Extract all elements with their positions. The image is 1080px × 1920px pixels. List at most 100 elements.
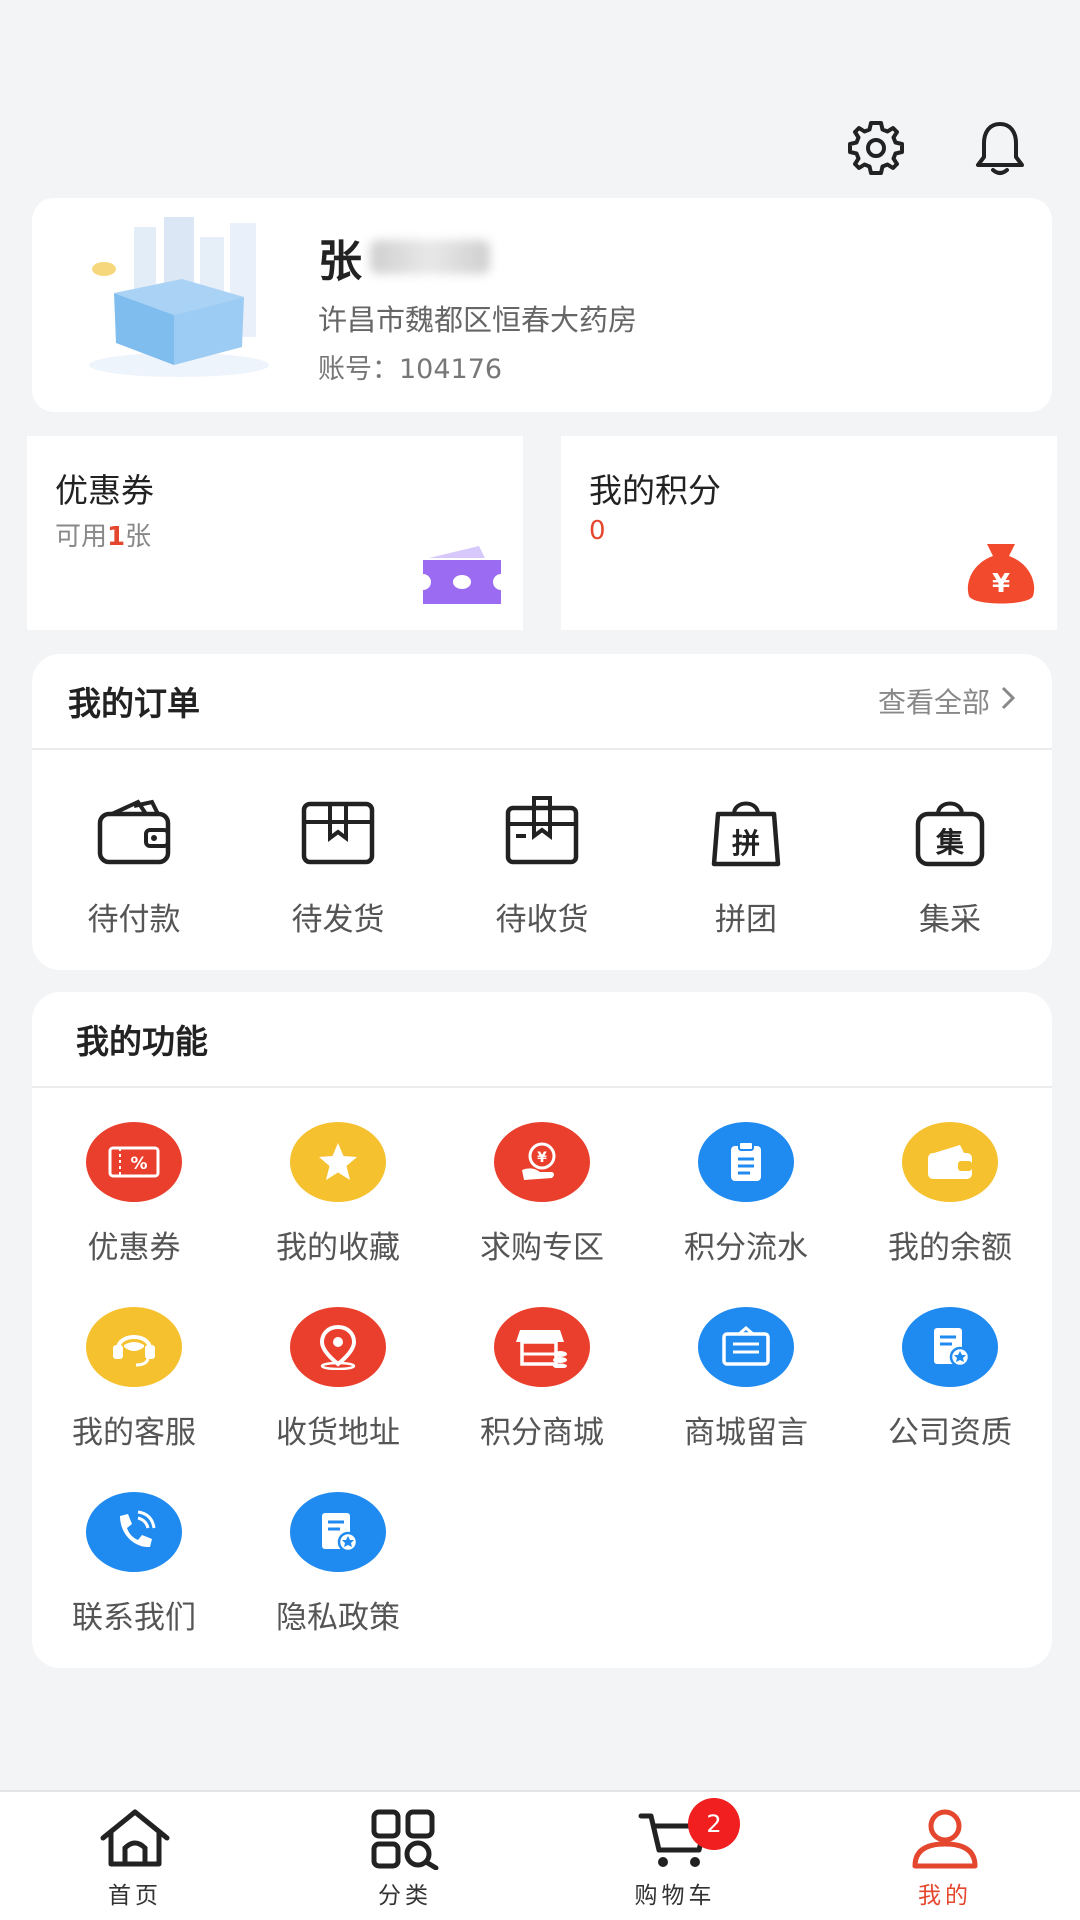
function-favorites[interactable]: 我的收藏 [236,1122,440,1267]
function-label: 积分商城 [480,1415,604,1451]
order-pending-shipment[interactable]: 待发货 [236,796,440,939]
function-label: 公司资质 [888,1415,1012,1451]
message-board-icon [698,1307,794,1387]
function-label: 积分流水 [684,1230,808,1266]
function-label: 隐私政策 [276,1600,400,1636]
svg-text:集: 集 [935,826,964,859]
nav-cart[interactable]: 2 购物车 [540,1792,810,1920]
coupon-card-title: 优惠券 [55,471,154,510]
see-all-orders-link[interactable]: 查看全部 [878,681,1016,721]
wallet-icon [97,799,171,865]
orders-card: 我的订单 查看全部 待付款 待发货 待收货 拼 拼团 集 集采 [32,654,1052,970]
category-grid-icon [371,1809,439,1870]
order-group-buy[interactable]: 拼 拼团 [644,796,848,939]
function-label: 我的余额 [888,1230,1012,1266]
cart-badge: 2 [688,1798,740,1850]
function-label: 求购专区 [480,1230,604,1266]
function-label: 我的客服 [72,1415,196,1451]
order-item-label: 待发货 [291,902,385,938]
orders-title: 我的订单 [68,684,200,723]
star-icon [290,1122,386,1202]
hand-yen-icon: ¥ [494,1122,590,1202]
coupon-prefix: 可用 [55,522,108,552]
account-info: 账号：104176 [318,347,637,386]
home-icon [100,1809,170,1867]
package-icon [505,796,579,865]
function-label: 联系我们 [72,1600,196,1636]
nav-label: 购物车 [634,1883,716,1909]
svg-text:%: % [130,1154,147,1174]
function-coupon[interactable]: % 优惠券 [32,1122,236,1267]
nav-label: 分类 [378,1883,432,1909]
see-all-label: 查看全部 [877,686,990,719]
functions-title: 我的功能 [76,1022,208,1061]
functions-grid: % 优惠券 我的收藏 ¥ 求购专区 积分流水 我的余额 我的客服 收货地址 积分… [32,1088,1052,1637]
bulk-purchase-bag-icon: 集 [915,801,985,867]
bottom-nav: 首页 分类 2 购物车 我的 [0,1790,1080,1920]
profile-card[interactable]: 张 许昌市魏都区恒春大药房 账号：104176 [32,198,1052,412]
headset-icon [86,1307,182,1387]
orders-header: 我的订单 查看全部 [32,654,1052,750]
top-toolbar [846,118,1030,178]
function-label: 我的收藏 [276,1230,400,1266]
coupon-suffix: 张 [125,522,152,552]
order-bulk-purchase[interactable]: 集 集采 [848,796,1052,939]
points-card[interactable]: 我的积分 0 ¥ [561,436,1057,630]
order-status-row: 待付款 待发货 待收货 拼 拼团 集 集采 [32,750,1052,939]
function-label: 优惠券 [87,1230,181,1266]
coupon-count: 1 [107,522,126,552]
box-icon [301,801,375,865]
coupon-icon: % [86,1122,182,1202]
store-name: 许昌市魏都区恒春大药房 [318,302,638,337]
clipboard-icon [698,1122,794,1202]
functions-card: 我的功能 % 优惠券 我的收藏 ¥ 求购专区 积分流水 我的余额 我的客服 收货… [32,992,1052,1668]
function-points-mall[interactable]: 积分商城 [440,1307,644,1452]
order-pending-receipt[interactable]: 待收货 [440,796,644,939]
group-buy-bag-icon: 拼 [711,801,781,867]
money-bag-icon: ¥ [963,540,1039,614]
order-item-label: 待付款 [87,902,181,938]
nav-category[interactable]: 分类 [270,1792,540,1920]
function-label: 商城留言 [684,1415,808,1451]
account-number: 104176 [399,353,503,385]
location-pin-icon [290,1307,386,1387]
svg-text:拼: 拼 [732,827,760,860]
certificate-icon [902,1307,998,1387]
function-points-history[interactable]: 积分流水 [644,1122,848,1267]
name-blur-mask [370,239,490,274]
order-item-label: 待收货 [495,902,589,938]
account-label: 账号： [318,353,399,385]
gear-icon[interactable] [846,118,906,178]
nav-label: 我的 [918,1883,972,1909]
points-card-title: 我的积分 [589,471,721,510]
coupon-card[interactable]: 优惠券 可用1张 [27,436,523,630]
function-company-qualification[interactable]: 公司资质 [848,1307,1052,1452]
bell-icon[interactable] [970,118,1030,178]
function-label: 收货地址 [276,1415,400,1451]
user-name: 张 [318,225,637,289]
nav-label: 首页 [108,1883,162,1909]
wallet-icon [902,1122,998,1202]
svg-text:¥: ¥ [992,569,1010,599]
coupon-available: 可用1张 [55,516,151,553]
nav-mine[interactable]: 我的 [810,1792,1080,1920]
function-purchase-request[interactable]: ¥ 求购专区 [440,1122,644,1267]
order-pending-payment[interactable]: 待付款 [32,796,236,939]
function-customer-service[interactable]: 我的客服 [32,1307,236,1452]
avatar [74,215,284,395]
function-address[interactable]: 收货地址 [236,1307,440,1452]
function-balance[interactable]: 我的余额 [848,1122,1052,1267]
order-item-label: 集采 [919,902,981,938]
function-contact-us[interactable]: 联系我们 [32,1492,236,1637]
store-icon [494,1307,590,1387]
user-name-text: 张 [318,235,362,287]
nav-home[interactable]: 首页 [0,1792,270,1920]
function-privacy-policy[interactable]: 隐私政策 [236,1492,440,1637]
points-value: 0 [589,516,606,546]
phone-icon [86,1492,182,1572]
user-icon [912,1809,978,1869]
svg-text:¥: ¥ [537,1150,547,1166]
ticket-icon [419,544,505,614]
document-shield-icon [290,1492,386,1572]
function-mall-messages[interactable]: 商城留言 [644,1307,848,1452]
